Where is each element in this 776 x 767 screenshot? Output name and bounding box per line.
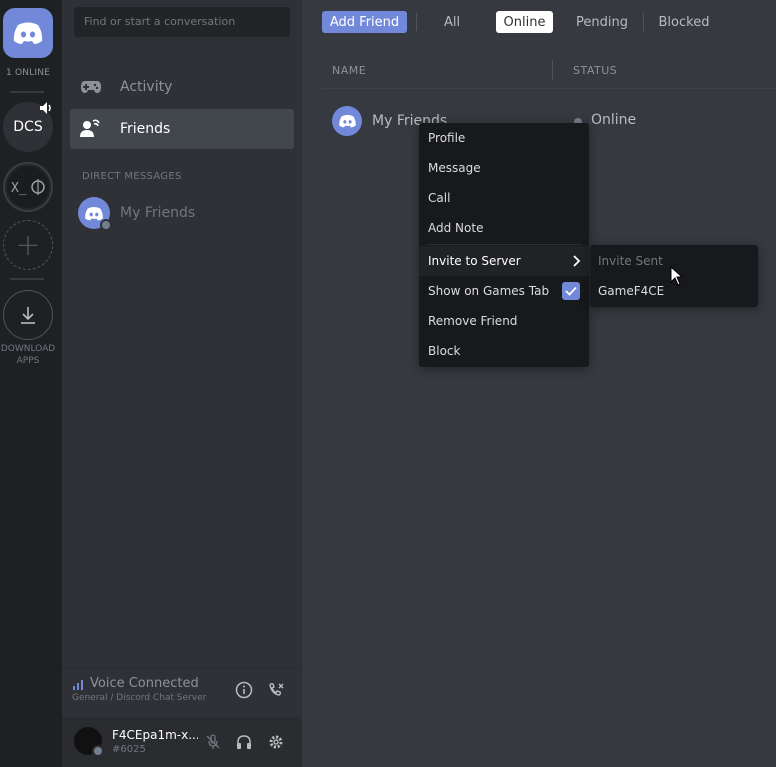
column-header-name[interactable]: NAME [332,64,366,77]
gear-icon[interactable] [267,733,285,751]
friends-wave-icon [80,118,102,140]
menu-item-show-on-games-tab[interactable]: Show on Games Tab [419,276,589,306]
avatar [332,106,362,136]
search-input[interactable]: Find or start a conversation [74,7,290,37]
server-avatar-image-icon: X_ [7,166,49,208]
menu-item-message[interactable]: Message [419,153,589,183]
discord-logo-icon [85,206,103,220]
gamepad-icon [80,76,102,98]
column-divider [552,60,553,80]
menu-item-remove-friend[interactable]: Remove Friend [419,306,589,336]
sidebar-item-activity[interactable]: Activity [70,67,294,107]
tab-blocked[interactable]: Blocked [652,11,716,33]
discord-logo-icon [13,22,43,44]
menu-item-label: Invite to Server [428,254,521,268]
tab-divider [416,13,417,31]
direct-messages-header: DIRECT MESSAGES [82,171,182,182]
menu-item-block[interactable]: Block [419,336,589,366]
chevron-right-icon [573,255,581,267]
friends-main-panel: Add Friend All Online Pending Blocked NA… [302,0,776,767]
download-label-line1: DOWNLOAD [0,344,56,354]
speaker-icon [40,102,51,114]
user-discriminator: #6025 [112,744,146,755]
checkmark-icon [565,286,577,296]
avatar[interactable] [74,727,104,757]
voice-status: Voice Connected [72,676,199,691]
status-dot [100,219,112,231]
menu-divider [427,244,581,245]
online-count: 1 ONLINE [5,68,51,78]
download-icon [21,307,35,324]
download-apps-label: DOWNLOAD APPS [0,343,56,367]
rail-divider [10,278,44,280]
menu-item-label: Show on Games Tab [428,284,550,298]
dm-item-label: My Friends [120,205,196,221]
svg-text:X_: X_ [11,181,27,196]
user-panel: F4CEpa1m-x... #6025 [62,717,302,767]
download-label-line2: APPS [16,356,40,366]
tab-pending[interactable]: Pending [568,11,636,33]
signal-bars-icon [73,679,83,690]
microphone-muted-icon[interactable] [204,733,222,751]
column-header-status[interactable]: STATUS [573,64,617,77]
dm-item-my-friends[interactable]: My Friends [70,195,294,231]
add-friend-button[interactable]: Add Friend [322,11,407,33]
server-dcs-label: DCS [13,119,43,135]
download-apps-button[interactable] [3,290,53,340]
friends-tab-bar: Add Friend All Online Pending Blocked [302,0,776,44]
discord-logo-icon [338,114,356,128]
server-x-avatar[interactable]: X_ [3,162,53,212]
status-dot [92,745,104,757]
sidebar-item-label: Friends [120,121,171,137]
tab-divider [643,13,644,31]
menu-item-call[interactable]: Call [419,183,589,213]
rail-divider [10,91,44,93]
info-icon[interactable] [234,680,254,700]
voice-channel-name: General / Discord Chat Server [72,693,207,703]
menu-item-add-note[interactable]: Add Note [419,213,589,243]
avatar [78,197,112,231]
sidebar-item-friends[interactable]: Friends [70,109,294,149]
voice-status-text: Voice Connected [90,676,199,691]
menu-item-profile[interactable]: Profile [419,123,589,153]
sidebar-item-label: Activity [120,79,173,95]
friend-status: Online [591,112,637,128]
mouse-cursor-icon [670,266,684,286]
plus-icon: + [15,227,41,263]
server-rail: 1 ONLINE DCS X_ + DOWNLOAD APPS [0,0,62,767]
menu-item-invite-to-server[interactable]: Invite to Server [419,246,589,276]
friend-context-menu: Profile Message Call Add Note Invite to … [419,123,589,367]
channel-sidebar: Find or start a conversation Activity Fr… [62,0,302,767]
home-button[interactable] [3,8,53,58]
headphones-icon[interactable] [235,733,253,751]
checkbox-checked[interactable] [562,282,580,300]
tab-online[interactable]: Online [496,11,553,33]
voice-connection-panel: Voice Connected General / Discord Chat S… [62,667,302,717]
tab-all[interactable]: All [432,11,472,33]
username: F4CEpa1m-x... [112,728,198,742]
disconnect-call-icon[interactable] [266,680,286,700]
add-server-button[interactable]: + [3,220,53,270]
header-rule [322,88,776,89]
